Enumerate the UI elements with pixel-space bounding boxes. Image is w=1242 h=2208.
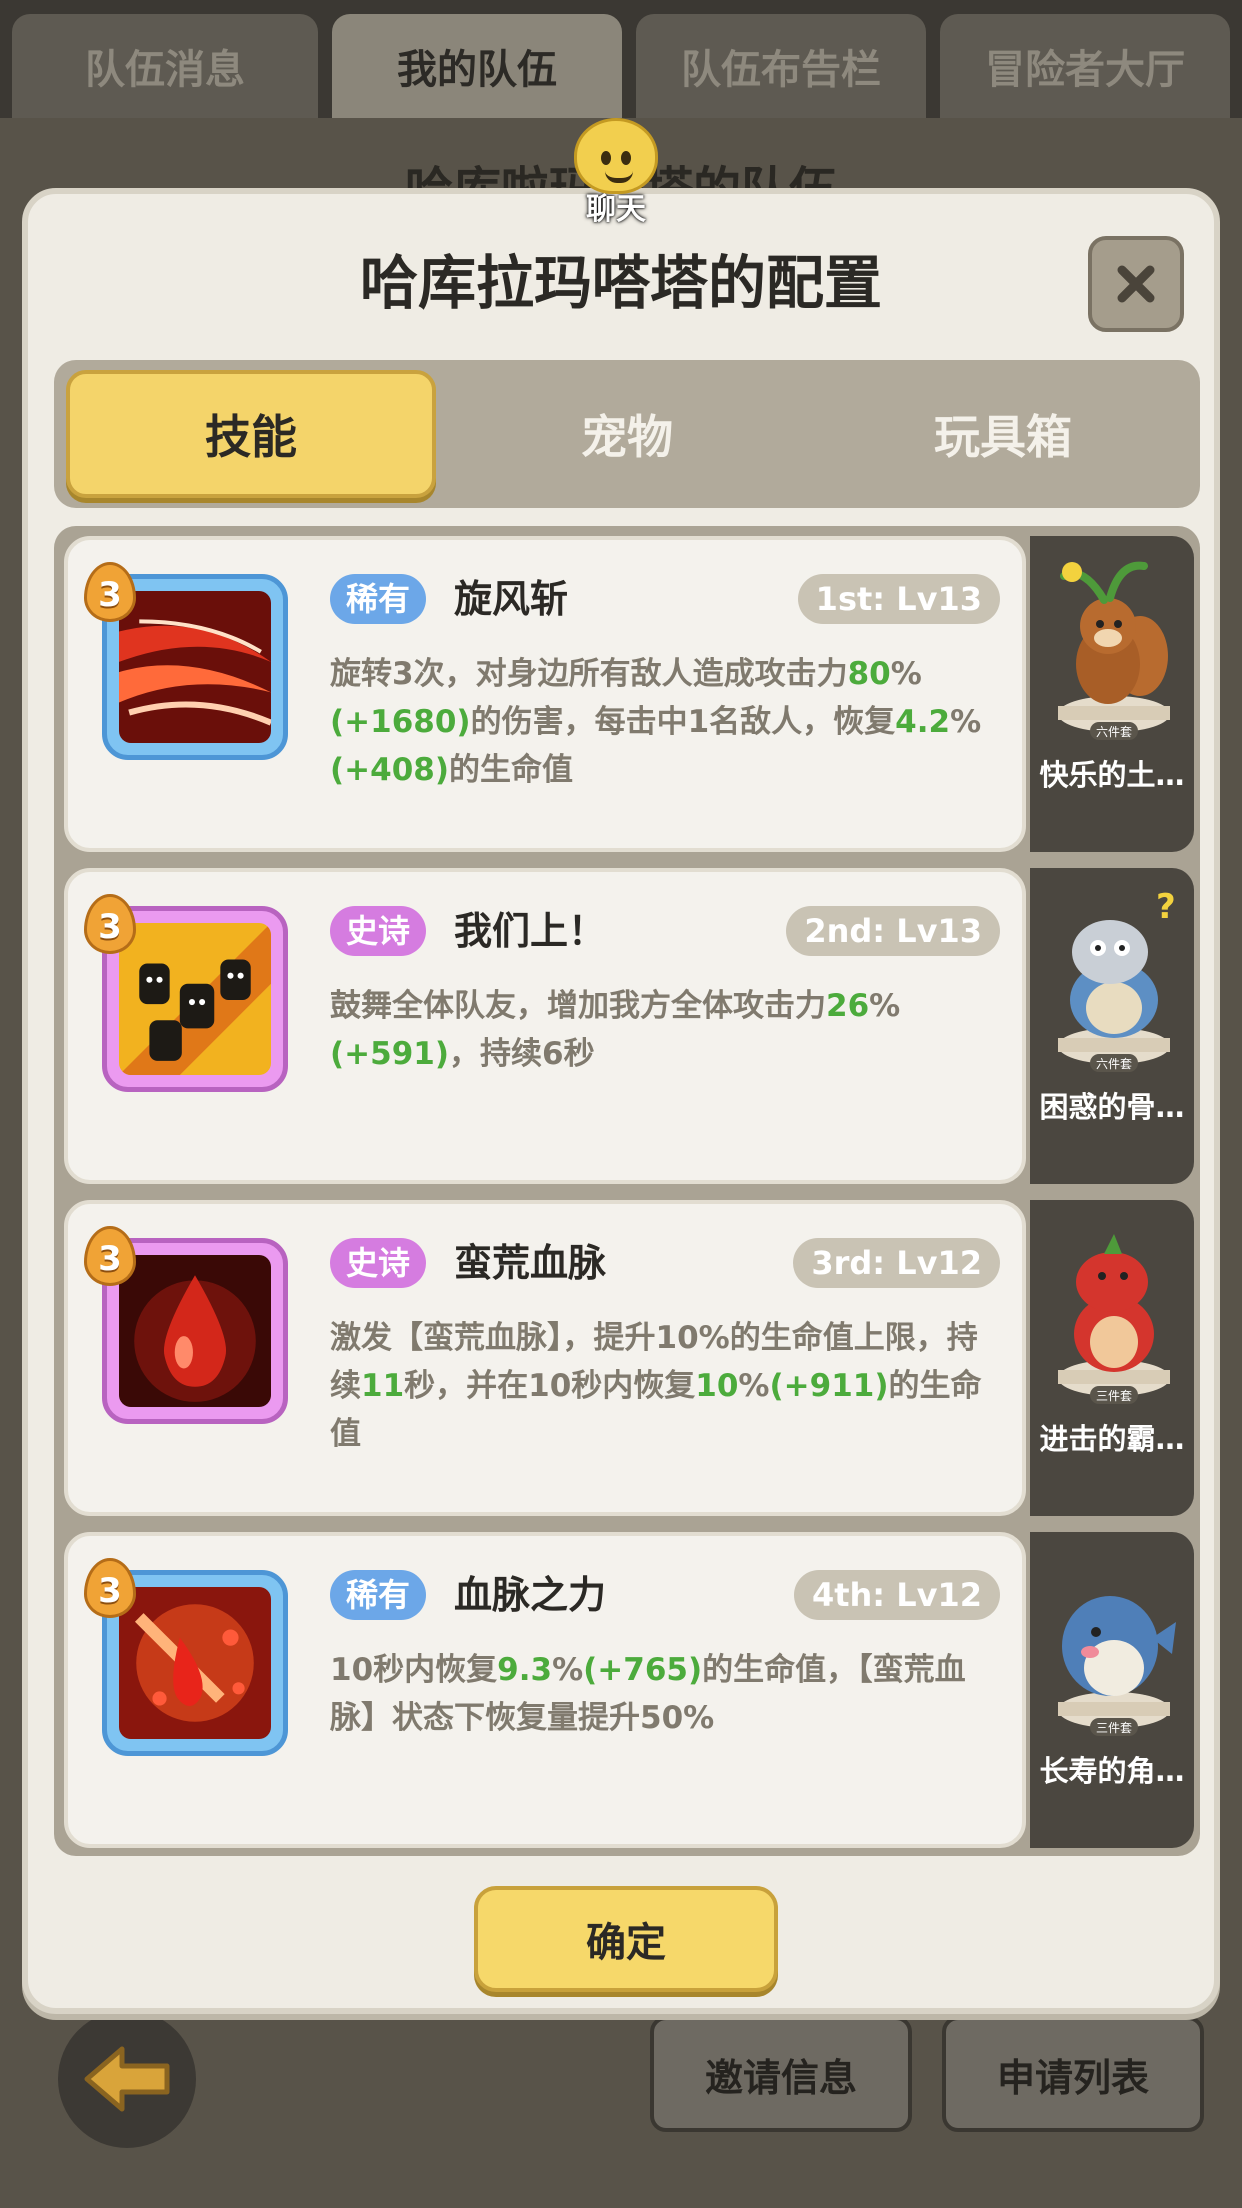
close-icon — [1117, 265, 1155, 303]
skill-card[interactable]: 3 稀有 旋风斩 1st: Lv13 旋转3次，对身边所有敌人造成攻击力80% (… — [64, 536, 1026, 852]
skill-name: 血脉之力 — [454, 1573, 607, 1617]
blood-drop-icon — [119, 1255, 271, 1407]
skill-value-highlight: (+591) — [330, 1036, 450, 1072]
svg-text:?: ? — [1156, 887, 1176, 927]
skill-card[interactable]: 3 稀有 血脉之力 4th: Lv12 10秒内恢复9.3%(+765)的生命值… — [64, 1532, 1026, 1848]
skill-value-highlight: 11 — [361, 1368, 405, 1404]
skill-slot-tag: 2nd: Lv13 — [786, 906, 1000, 956]
skill-description: 鼓舞全体队友，增加我方全体攻击力26% (+591)，持续6秒 — [330, 982, 1006, 1078]
top-tab-bar: 队伍消息 我的队伍 队伍布告栏 冒险者大厅 — [0, 0, 1242, 118]
pet-name: 快乐的土… — [1039, 758, 1185, 792]
svg-text:六件套: 六件套 — [1096, 1057, 1132, 1071]
svg-text:三件套: 三件套 — [1096, 1721, 1132, 1735]
pet-name: 困惑的骨… — [1039, 1090, 1185, 1124]
modal-title: 哈库拉玛嗒塔的配置 — [359, 249, 882, 317]
rarity-badge: 稀有 — [330, 1570, 427, 1620]
skill-list: 六件套 快乐的土… 3 稀有 旋风斩 1st: Lv13 旋转3次，对身边所有敌… — [54, 526, 1200, 1856]
skill-value-highlight: 26 — [826, 988, 870, 1024]
skill-value-highlight: 10 — [695, 1368, 739, 1404]
skill-desc-text: 秒，并在10秒内恢复 — [404, 1368, 696, 1404]
pet-slot[interactable]: 三件套 长寿的角… — [1030, 1532, 1194, 1848]
skill-card[interactable]: 3 史诗 我们上！ 2nd: Lv13 鼓舞全体队友，增加我方全体攻击力26% (… — [64, 868, 1026, 1184]
svg-text:六件套: 六件套 — [1096, 725, 1132, 739]
rarity-badge: 稀有 — [330, 574, 427, 624]
skill-description: 10秒内恢复9.3%(+765)的生命值，【蛮荒血脉】状态下恢复量提升50% — [330, 1646, 1006, 1742]
skill-description: 激发【蛮荒血脉】，提升10%的生命值上限，持续11秒，并在10秒内恢复10%(+… — [330, 1314, 1006, 1458]
skill-value-highlight: (+1680) — [330, 704, 471, 740]
skill-name: 蛮荒血脉 — [454, 1241, 607, 1285]
red-dino-pet-icon: 三件套 — [1058, 1234, 1170, 1404]
rarity-badge: 史诗 — [330, 906, 427, 956]
skill-description: 旋转3次，对身边所有敌人造成攻击力80% (+1680)的伤害，每击中1名敌人，恢… — [330, 650, 1006, 794]
skill-value-highlight: (+765) — [583, 1652, 703, 1688]
tab-team-messages[interactable]: 队伍消息 — [12, 14, 318, 118]
back-arrow-icon — [84, 2046, 170, 2112]
whale-pet-icon: 三件套 — [1058, 1596, 1176, 1736]
skill-desc-text: % — [738, 1368, 770, 1404]
skill-desc-text: 旋转3次，对身边所有敌人造成攻击力 — [330, 656, 848, 692]
skill-desc-text: 的伤害，每击中1名敌人，恢复 — [470, 704, 896, 740]
config-modal: 哈库拉玛嗒塔的配置 技能 宠物 玩具箱 六件套 快乐的土… 3 稀有 旋风斩 1… — [22, 188, 1220, 2014]
skill-value-highlight: (+408) — [330, 752, 450, 788]
skill-slot-tag: 1st: Lv13 — [797, 574, 1000, 624]
pet-slot[interactable]: 六件套 快乐的土… — [1030, 536, 1194, 852]
svg-text:三件套: 三件套 — [1096, 1389, 1132, 1403]
skill-level-badge: 3 — [84, 894, 136, 954]
skill-value-highlight: 9.3 — [497, 1652, 553, 1688]
skill-desc-text: % — [869, 988, 901, 1024]
pet-slot[interactable]: 三件套 进击的霸… — [1030, 1200, 1194, 1516]
skill-desc-text: 10秒内恢复 — [330, 1652, 498, 1688]
confirm-button[interactable]: 确定 — [474, 1886, 778, 1992]
skill-desc-text: % — [950, 704, 982, 740]
pet-slot[interactable]: ? 六件套 困惑的骨… — [1030, 868, 1194, 1184]
apply-list-button[interactable]: 申请列表 — [942, 2016, 1204, 2132]
close-button[interactable] — [1088, 236, 1184, 332]
tab-pets[interactable]: 宠物 — [442, 370, 812, 498]
pet-name: 长寿的角… — [1039, 1754, 1185, 1788]
tab-toybox[interactable]: 玩具箱 — [818, 370, 1188, 498]
skill-desc-text: 的生命值 — [449, 752, 574, 788]
back-button[interactable] — [58, 2010, 196, 2148]
skill-desc-text: % — [552, 1652, 584, 1688]
tab-my-team[interactable]: 我的队伍 — [332, 14, 622, 118]
skill-value-highlight: 4.2 — [895, 704, 951, 740]
chat-smiley-icon — [574, 118, 658, 194]
skill-slot-tag: 4th: Lv12 — [793, 1570, 1000, 1620]
skill-desc-text: ，持续6秒 — [449, 1036, 595, 1072]
whirlwind-slash-icon — [119, 591, 273, 743]
skill-card[interactable]: 3 史诗 蛮荒血脉 3rd: Lv12 激发【蛮荒血脉】，提升10%的生命值上限… — [64, 1200, 1026, 1516]
tab-adventurer-hall[interactable]: 冒险者大厅 — [940, 14, 1230, 118]
skill-desc-text: % — [890, 656, 922, 692]
skill-name: 我们上！ — [454, 909, 607, 953]
invite-info-button[interactable]: 邀请信息 — [650, 2016, 912, 2132]
rarity-badge: 史诗 — [330, 1238, 427, 1288]
squirrel-pet-icon: 六件套 — [1058, 561, 1170, 740]
skill-level-badge: 3 — [84, 1558, 136, 1618]
tab-skills[interactable]: 技能 — [66, 370, 436, 498]
skill-value-highlight: 80 — [847, 656, 891, 692]
config-tabs: 技能 宠物 玩具箱 — [54, 360, 1200, 508]
skill-level-badge: 3 — [84, 1226, 136, 1286]
blood-power-icon — [119, 1587, 271, 1739]
skill-desc-text: 鼓舞全体队友，增加我方全体攻击力 — [330, 988, 826, 1024]
dinosaur-pet-icon: ? 六件套 — [1058, 887, 1176, 1072]
skill-level-badge: 3 — [84, 562, 136, 622]
rally-cheer-icon — [119, 923, 271, 1075]
skill-slot-tag: 3rd: Lv12 — [793, 1238, 1000, 1288]
tab-team-board[interactable]: 队伍布告栏 — [636, 14, 926, 118]
chat-button[interactable]: 聊天 — [546, 118, 686, 228]
pet-name: 进击的霸… — [1039, 1422, 1185, 1456]
skill-value-highlight: (+911) — [769, 1368, 889, 1404]
skill-name: 旋风斩 — [454, 577, 569, 621]
